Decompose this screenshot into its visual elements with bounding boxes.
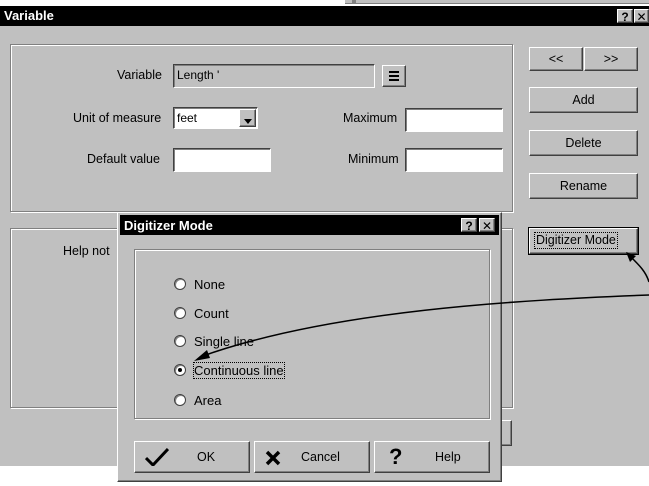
annotation-arrows (194, 252, 649, 361)
arrowhead-continuous-line (194, 350, 210, 361)
callout-line-to-digitizer-button (629, 255, 649, 283)
callout-line-to-continuous-line (199, 294, 649, 358)
